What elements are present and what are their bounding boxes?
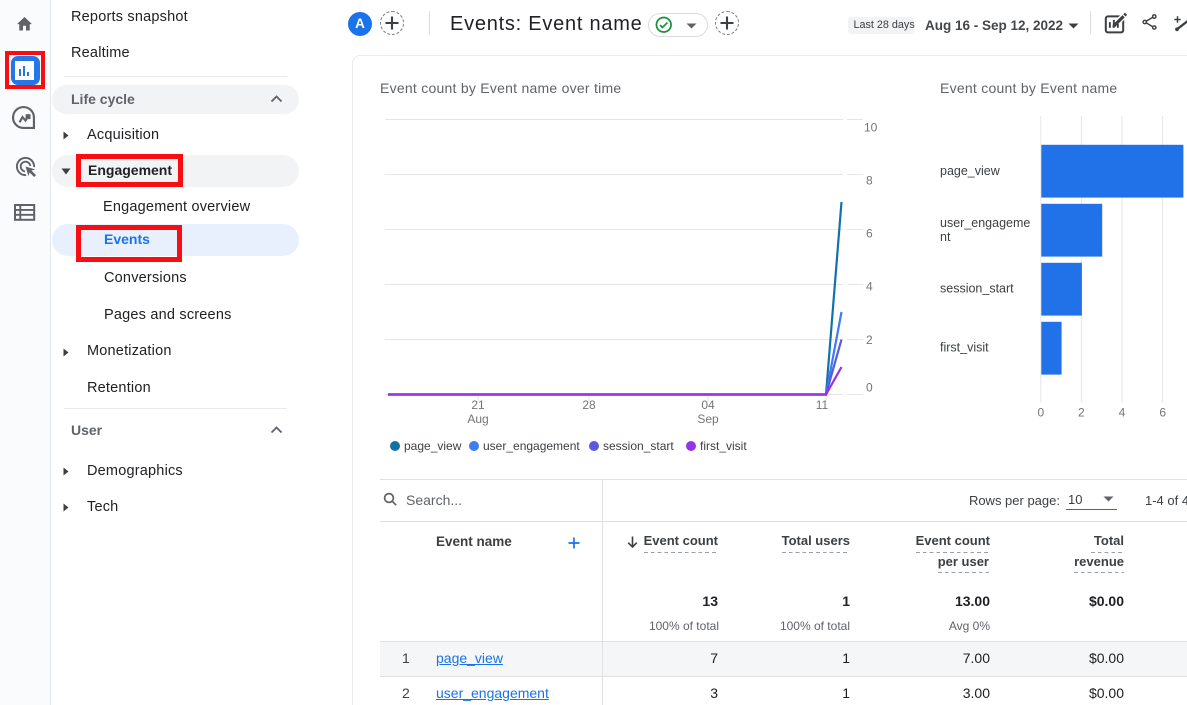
svg-text:4: 4	[866, 279, 873, 293]
svg-text:Aug: Aug	[467, 412, 488, 426]
svg-text:nt: nt	[940, 230, 951, 244]
svg-text:2: 2	[1078, 406, 1085, 420]
svg-text:first_visit: first_visit	[940, 341, 989, 355]
svg-text:page_view: page_view	[404, 439, 462, 453]
svg-text:user_engagement: user_engagement	[483, 439, 580, 453]
svg-text:21: 21	[471, 398, 485, 412]
svg-text:10: 10	[864, 120, 878, 134]
svg-text:Event count by Event name: Event count by Event name	[940, 80, 1117, 96]
svg-text:session_start: session_start	[603, 439, 674, 453]
svg-text:user_engageme: user_engageme	[940, 216, 1030, 230]
svg-text:04: 04	[701, 398, 715, 412]
svg-text:28: 28	[582, 398, 596, 412]
svg-text:6: 6	[1159, 406, 1166, 420]
svg-text:6: 6	[866, 227, 873, 241]
svg-text:0: 0	[1037, 406, 1044, 420]
svg-text:first_visit: first_visit	[700, 439, 747, 453]
svg-text:4: 4	[1119, 406, 1126, 420]
svg-text:page_view: page_view	[940, 164, 1001, 178]
svg-text:0: 0	[866, 381, 873, 395]
svg-text:8: 8	[866, 174, 873, 188]
svg-text:session_start: session_start	[940, 282, 1014, 296]
svg-text:2: 2	[866, 333, 873, 347]
svg-text:Sep: Sep	[697, 412, 719, 426]
svg-text:Event count by Event name over: Event count by Event name over time	[380, 80, 621, 96]
svg-text:11: 11	[816, 398, 829, 412]
